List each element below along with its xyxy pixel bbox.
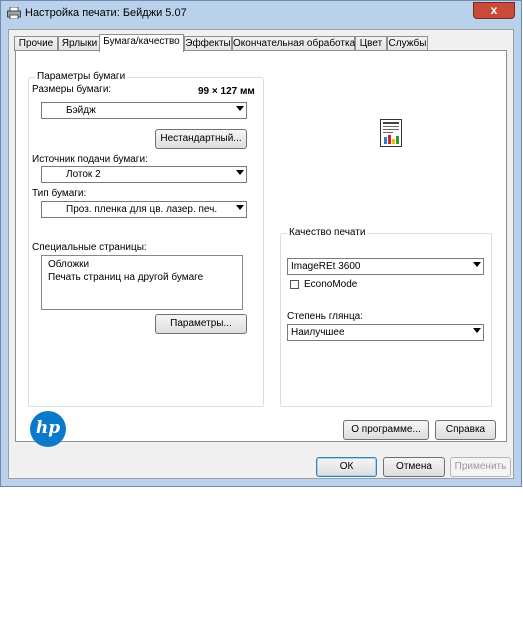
cancel-button[interactable]: Отмена <box>383 457 445 477</box>
printer-icon <box>7 6 21 20</box>
print-quality-value: ImageREt 3600 <box>291 261 361 272</box>
tab-finishing[interactable]: Окончательная обработка <box>232 36 355 51</box>
paper-options-legend: Параметры бумаги <box>35 71 128 82</box>
paper-type-select[interactable]: Проз. пленка для цв. лазер. печ. <box>41 201 247 218</box>
close-button[interactable]: x <box>473 2 515 19</box>
gloss-level-value: Наилучшее <box>291 327 345 338</box>
paper-size-dimensions: 99 × 127 мм <box>198 86 255 97</box>
chevron-down-icon <box>236 205 244 210</box>
chevron-down-icon <box>473 262 481 267</box>
chevron-down-icon <box>473 328 481 333</box>
paper-source-select[interactable]: Лоток 2 <box>41 166 247 183</box>
list-item[interactable]: Печать страниц на другой бумаге <box>48 272 203 283</box>
paper-type-value: Проз. пленка для цв. лазер. печ. <box>66 204 218 215</box>
paper-size-value: Бэйдж <box>66 105 96 116</box>
economode-label: EconoMode <box>304 279 358 290</box>
print-quality-select[interactable]: ImageREt 3600 <box>287 258 484 275</box>
hp-logo-text: hp <box>35 418 61 438</box>
tab-effects[interactable]: Эффекты <box>184 36 232 51</box>
about-button[interactable]: О программе... <box>343 420 429 440</box>
tab-misc[interactable]: Прочие <box>14 36 58 51</box>
economode-checkbox[interactable] <box>290 280 299 289</box>
paper-size-select[interactable]: Бэйдж <box>41 102 247 119</box>
tab-paper-quality[interactable]: Бумага/качество <box>99 34 184 52</box>
print-preview-icon <box>380 119 402 147</box>
chevron-down-icon <box>236 170 244 175</box>
help-button[interactable]: Справка <box>435 420 496 440</box>
apply-button[interactable]: Применить <box>450 457 511 477</box>
print-quality-legend: Качество печати <box>287 227 368 238</box>
chevron-down-icon <box>236 106 244 111</box>
paper-size-label: Размеры бумаги: <box>32 84 112 95</box>
tab-color[interactable]: Цвет <box>355 36 387 51</box>
title-bar[interactable]: Настройка печати: Бейджи 5.07 x <box>1 1 521 27</box>
paper-options-group: Параметры бумаги Размеры бумаги: 99 × 12… <box>28 71 264 407</box>
gloss-level-select[interactable]: Наилучшее <box>287 324 484 341</box>
paper-source-label: Источник подачи бумаги: <box>32 154 148 165</box>
special-pages-label: Специальные страницы: <box>32 242 147 253</box>
paper-source-value: Лоток 2 <box>66 169 101 180</box>
print-settings-window: Настройка печати: Бейджи 5.07 x Прочие Я… <box>0 0 522 487</box>
special-pages-list[interactable]: Обложки Печать страниц на другой бумаге <box>41 255 243 310</box>
dialog-client-area: Прочие Ярлыки Бумага/качество Эффекты Ок… <box>8 29 514 479</box>
tab-labels[interactable]: Ярлыки <box>58 36 101 51</box>
gloss-level-label: Степень глянца: <box>287 311 364 322</box>
list-item[interactable]: Обложки <box>48 259 89 270</box>
tab-panel-paper-quality: Параметры бумаги Размеры бумаги: 99 × 12… <box>15 50 507 447</box>
hp-logo: hp <box>30 411 66 447</box>
ok-button[interactable]: ОК <box>316 457 377 477</box>
window-title: Настройка печати: Бейджи 5.07 <box>25 7 187 19</box>
special-pages-settings-button[interactable]: Параметры... <box>155 314 247 334</box>
tab-services[interactable]: Службы <box>387 36 428 51</box>
print-quality-group: Качество печати ImageREt 3600 EconoMode … <box>280 227 492 407</box>
close-icon: x <box>490 3 498 17</box>
custom-size-button[interactable]: Нестандартный... <box>155 129 247 149</box>
paper-type-label: Тип бумаги: <box>32 188 87 199</box>
